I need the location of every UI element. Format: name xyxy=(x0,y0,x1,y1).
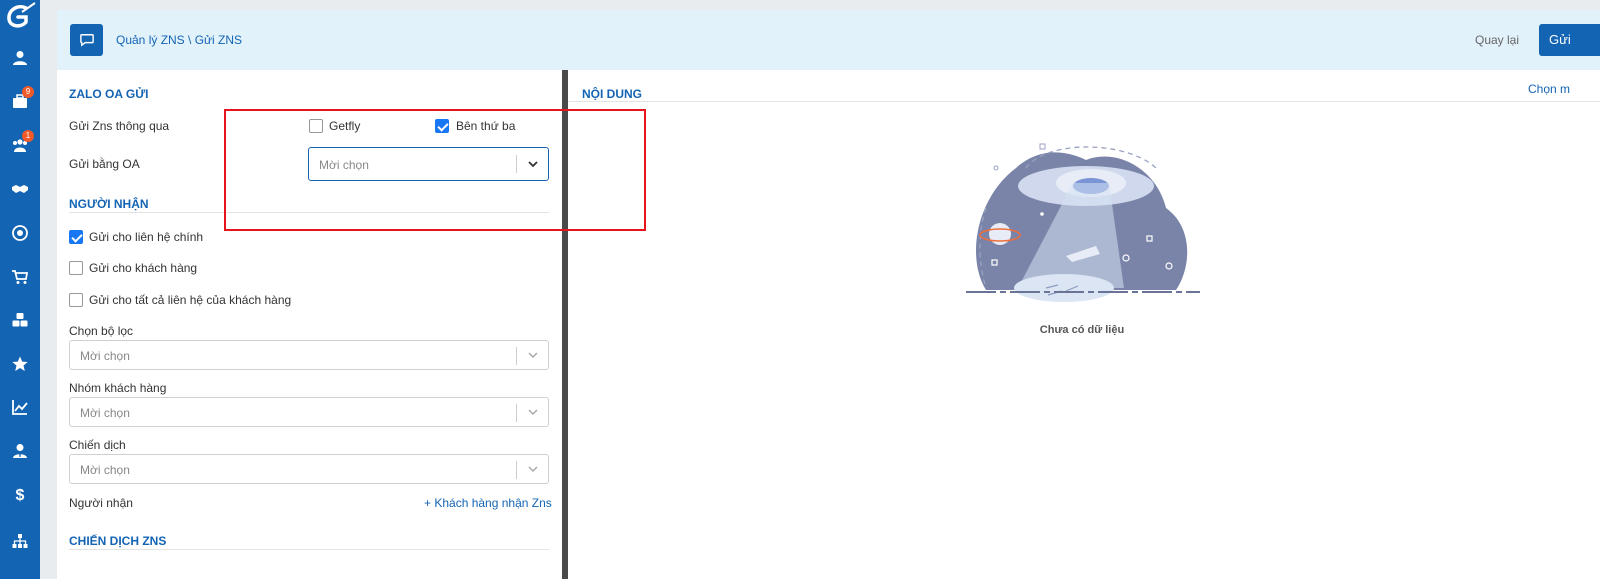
send-by-oa-label: Gửi bằng OA xyxy=(69,157,140,171)
main-contact-checkbox[interactable] xyxy=(69,230,83,244)
chevron-down-icon[interactable] xyxy=(527,463,539,475)
section-divider xyxy=(69,212,549,213)
target-icon[interactable] xyxy=(8,221,32,245)
send-by-oa-select[interactable]: Mời chọn xyxy=(308,147,549,181)
select-separator xyxy=(516,347,517,365)
third-party-option-label[interactable]: Bên thứ ba xyxy=(456,119,515,133)
sitemap-icon[interactable] xyxy=(8,529,32,553)
campaign-select[interactable]: Mời chọn xyxy=(69,454,549,484)
filter-placeholder: Mời chọn xyxy=(80,349,130,363)
getfly-logo-icon[interactable] xyxy=(4,2,36,32)
cart-icon[interactable] xyxy=(8,265,32,289)
zns-chat-button[interactable] xyxy=(70,24,103,56)
handshake-icon[interactable] xyxy=(8,177,32,201)
star-icon[interactable] xyxy=(8,352,32,376)
filter-label: Chọn bộ lọc xyxy=(69,324,134,338)
dollar-icon[interactable]: $ xyxy=(8,484,32,508)
breadcrumb[interactable]: Quản lý ZNS \ Gửi ZNS xyxy=(116,33,242,47)
chat-icon xyxy=(79,34,94,47)
select-separator xyxy=(516,404,517,422)
customer-label[interactable]: Gửi cho khách hàng xyxy=(89,261,197,275)
all-contacts-label[interactable]: Gửi cho tất cả liên hệ của khách hàng xyxy=(89,293,291,307)
briefcase-badge: 9 xyxy=(22,86,34,98)
user-tie-icon[interactable] xyxy=(8,439,32,463)
content-section-title: NỘI DUNG xyxy=(582,87,642,101)
send-via-label: Gửi Zns thông qua xyxy=(69,119,170,133)
sidebar: 9 1 $ xyxy=(0,0,40,579)
section-divider xyxy=(69,549,549,550)
customer-group-placeholder: Mời chọn xyxy=(80,406,130,420)
section-divider xyxy=(568,101,1600,102)
getfly-option-label[interactable]: Getfly xyxy=(329,119,360,133)
top-strip xyxy=(40,0,1600,10)
cubes-icon[interactable] xyxy=(8,308,32,332)
chart-line-icon[interactable] xyxy=(8,395,32,419)
send-button[interactable]: Gửi xyxy=(1539,24,1600,56)
campaign-placeholder: Mời chọn xyxy=(80,463,130,477)
chevron-down-icon[interactable] xyxy=(527,406,539,418)
customer-group-select[interactable]: Mời chọn xyxy=(69,397,549,427)
select-separator xyxy=(516,461,517,479)
main-contact-label[interactable]: Gửi cho liên hệ chính xyxy=(89,230,203,244)
receiver-label: Người nhận xyxy=(69,496,133,510)
customer-checkbox[interactable] xyxy=(69,261,83,275)
add-zns-receiver-link[interactable]: + Khách hàng nhận Zns xyxy=(424,496,552,510)
filter-select[interactable]: Mời chọn xyxy=(69,340,549,370)
group-icon[interactable]: 1 xyxy=(8,130,34,157)
user-icon[interactable] xyxy=(8,46,32,70)
empty-state-text: Chưa có dữ liệu xyxy=(1039,324,1125,336)
getfly-checkbox[interactable] xyxy=(309,119,323,133)
empty-state-ufo-illustration xyxy=(966,143,1200,302)
all-contacts-checkbox[interactable] xyxy=(69,293,83,307)
recipient-section-title: NGƯỜI NHẬN xyxy=(69,197,149,211)
choose-template-link[interactable]: Chọn m xyxy=(1528,82,1570,96)
group-badge: 1 xyxy=(22,130,34,142)
third-party-checkbox[interactable] xyxy=(435,119,449,133)
back-link[interactable]: Quay lại xyxy=(1475,33,1519,47)
chevron-down-icon[interactable] xyxy=(527,158,539,170)
customer-group-label: Nhóm khách hàng xyxy=(69,381,167,395)
campaign-label: Chiến dịch xyxy=(69,438,126,452)
zalo-oa-section-title: ZALO OA GỬI xyxy=(69,87,149,101)
briefcase-icon[interactable]: 9 xyxy=(8,86,34,113)
page-header: Quản lý ZNS \ Gửi ZNS Quay lại Gửi xyxy=(57,10,1600,70)
send-by-oa-placeholder: Mời chọn xyxy=(319,158,369,172)
zns-campaign-section-title: CHIẾN DỊCH ZNS xyxy=(69,534,167,548)
chevron-down-icon[interactable] xyxy=(527,349,539,361)
select-separator xyxy=(516,155,517,173)
